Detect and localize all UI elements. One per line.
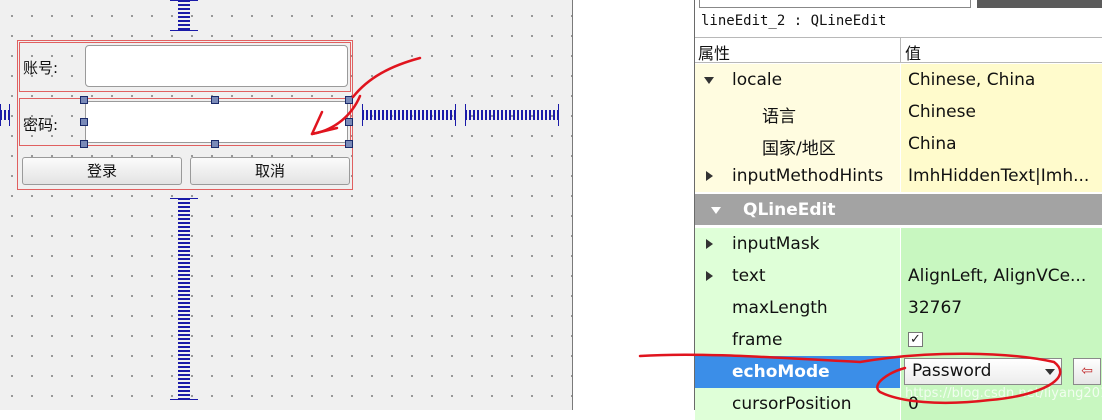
property-value[interactable]: Chinese, China bbox=[908, 70, 1035, 90]
property-row-text[interactable]: text AlignLeft, AlignVCe... bbox=[695, 260, 1102, 292]
expand-arrow-icon[interactable] bbox=[706, 271, 713, 281]
expand-arrow-icon[interactable] bbox=[706, 171, 713, 181]
property-value[interactable]: 32767 bbox=[908, 298, 962, 318]
property-name: maxLength bbox=[732, 298, 828, 318]
property-row-locale[interactable]: locale Chinese, China bbox=[695, 64, 1102, 96]
object-name: lineEdit_2 : QLineEdit bbox=[701, 13, 887, 29]
property-row-input-method-hints[interactable]: inputMethodHints ImhHiddenText|Imh... bbox=[695, 160, 1102, 192]
property-name: 国家/地区 bbox=[762, 139, 836, 159]
property-editor: lineEdit_2 : QLineEdit 属性 值 locale Chine… bbox=[694, 0, 1102, 420]
toolbar-strip bbox=[977, 0, 1102, 8]
selection-handle[interactable] bbox=[211, 96, 219, 104]
form-designer-canvas[interactable]: 账号: 密码: 登录 取消 bbox=[0, 0, 573, 410]
horizontal-spacer-left[interactable] bbox=[0, 104, 10, 126]
property-value[interactable]: Chinese bbox=[908, 102, 976, 122]
property-name: cursorPosition bbox=[732, 394, 852, 414]
property-row-echo-mode[interactable]: echoMode Password ⇦ bbox=[695, 356, 1102, 388]
property-row-max-length[interactable]: maxLength 32767 bbox=[695, 292, 1102, 324]
property-row-frame[interactable]: frame ✓ bbox=[695, 324, 1102, 356]
property-name: frame bbox=[732, 330, 783, 350]
echo-mode-dropdown[interactable]: Password bbox=[904, 358, 1062, 385]
collapse-arrow-icon[interactable] bbox=[704, 77, 714, 84]
property-name: inputMethodHints bbox=[732, 166, 884, 186]
reset-property-icon[interactable]: ⇦ bbox=[1073, 358, 1101, 385]
property-name: text bbox=[732, 266, 766, 286]
filter-input[interactable] bbox=[699, 0, 971, 8]
expand-arrow-icon[interactable] bbox=[706, 239, 713, 249]
property-group-qlineedit[interactable]: QLineEdit bbox=[695, 194, 1102, 226]
cancel-button[interactable]: 取消 bbox=[190, 157, 350, 185]
selection-handle[interactable] bbox=[80, 96, 88, 104]
selection-handle[interactable] bbox=[345, 140, 353, 148]
password-input[interactable] bbox=[85, 101, 348, 143]
selection-handle[interactable] bbox=[345, 118, 353, 126]
property-name: echoMode bbox=[732, 362, 830, 382]
collapse-arrow-icon[interactable] bbox=[711, 207, 721, 214]
echo-mode-selected: Password bbox=[912, 361, 992, 381]
password-label: 密码: bbox=[23, 116, 59, 134]
selection-handle[interactable] bbox=[80, 118, 88, 126]
vertical-spacer-bottom[interactable] bbox=[170, 198, 198, 400]
account-input[interactable] bbox=[85, 45, 348, 87]
chevron-down-icon bbox=[1045, 369, 1055, 375]
selection-handle[interactable] bbox=[345, 96, 353, 104]
horizontal-spacer-right[interactable] bbox=[362, 104, 456, 126]
property-table-header: 属性 值 bbox=[695, 37, 1102, 63]
horizontal-spacer-far-right[interactable] bbox=[465, 104, 559, 126]
property-column-header[interactable]: 属性 bbox=[698, 40, 730, 64]
property-name: 语言 bbox=[762, 107, 796, 127]
property-row-language[interactable]: 语言 Chinese bbox=[695, 96, 1102, 128]
group-name: QLineEdit bbox=[743, 200, 836, 220]
property-row-input-mask[interactable]: inputMask bbox=[695, 228, 1102, 260]
watermark: https://blog.csdn.net/liyang2017 bbox=[905, 386, 1102, 401]
property-value[interactable]: AlignLeft, AlignVCe... bbox=[908, 266, 1086, 286]
login-button[interactable]: 登录 bbox=[22, 157, 182, 185]
selection-handle[interactable] bbox=[80, 140, 88, 148]
frame-checkbox[interactable]: ✓ bbox=[908, 332, 923, 347]
property-name: inputMask bbox=[732, 234, 820, 254]
account-label: 账号: bbox=[23, 59, 59, 77]
value-column-header[interactable]: 值 bbox=[905, 40, 921, 64]
selection-handle[interactable] bbox=[211, 140, 219, 148]
property-row-country[interactable]: 国家/地区 China bbox=[695, 128, 1102, 160]
property-value[interactable]: ImhHiddenText|Imh... bbox=[908, 166, 1089, 186]
property-value[interactable]: China bbox=[908, 134, 957, 154]
vertical-spacer-top[interactable] bbox=[170, 0, 198, 31]
property-name: locale bbox=[732, 70, 783, 90]
